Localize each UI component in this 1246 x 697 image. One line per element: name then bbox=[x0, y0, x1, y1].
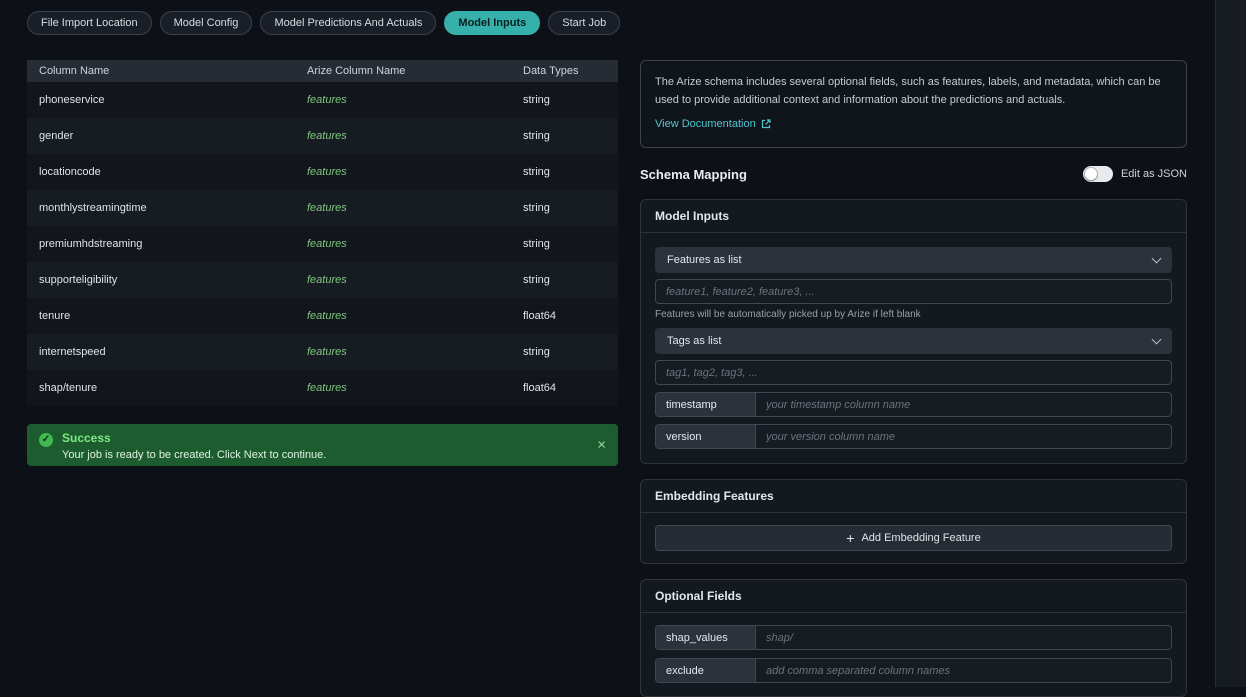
table-row[interactable]: premiumhdstreaming features string bbox=[27, 226, 618, 262]
external-link-icon bbox=[761, 119, 771, 129]
success-banner: ✓ Success Your job is ready to be create… bbox=[27, 424, 618, 466]
embedding-features-panel: Embedding Features + Add Embedding Featu… bbox=[640, 479, 1187, 564]
cell-data-type: string bbox=[523, 202, 550, 214]
tags-mode-selected-value: Tags as list bbox=[667, 335, 722, 347]
tab-model-inputs[interactable]: Model Inputs bbox=[444, 11, 541, 35]
timestamp-row: timestamp bbox=[655, 392, 1172, 417]
table-row[interactable]: locationcode features string bbox=[27, 154, 618, 190]
tags-list-input[interactable] bbox=[655, 360, 1172, 385]
cell-arize-column-name: features bbox=[307, 274, 347, 286]
scrollbar[interactable] bbox=[1215, 0, 1246, 687]
schema-mapping-header-row: Schema Mapping Edit as JSON bbox=[640, 164, 1187, 184]
table-row[interactable]: tenure features float64 bbox=[27, 298, 618, 334]
cell-column-name: internetspeed bbox=[39, 346, 106, 358]
schema-info-box: The Arize schema includes several option… bbox=[640, 60, 1187, 148]
features-mode-select[interactable]: Features as list bbox=[655, 247, 1172, 273]
exclude-label: exclude bbox=[656, 659, 756, 682]
edit-as-json-label: Edit as JSON bbox=[1120, 168, 1187, 180]
wizard-tab-bar: File Import Location Model Config Model … bbox=[27, 11, 621, 35]
features-helper-text: Features will be automatically picked up… bbox=[655, 309, 921, 320]
model-inputs-body: Features as list Features will be automa… bbox=[641, 233, 1186, 463]
shap-values-label: shap_values bbox=[656, 626, 756, 649]
cell-arize-column-name: features bbox=[307, 94, 347, 106]
close-icon[interactable]: × bbox=[597, 438, 606, 453]
table-row[interactable]: shap/tenure features float64 bbox=[27, 370, 618, 406]
cell-column-name: premiumhdstreaming bbox=[39, 238, 143, 250]
table-row[interactable]: gender features string bbox=[27, 118, 618, 154]
edit-as-json-control: Edit as JSON bbox=[1082, 166, 1187, 182]
optional-fields-title: Optional Fields bbox=[641, 580, 1186, 613]
cell-data-type: string bbox=[523, 166, 550, 178]
optional-fields-panel: Optional Fields shap_values exclude bbox=[640, 579, 1187, 697]
cell-arize-column-name: features bbox=[307, 310, 347, 322]
plus-icon: + bbox=[846, 530, 855, 546]
cell-arize-column-name: features bbox=[307, 238, 347, 250]
cell-data-type: string bbox=[523, 238, 550, 250]
cell-data-type: float64 bbox=[523, 382, 557, 394]
tab-model-predictions-and-actuals[interactable]: Model Predictions And Actuals bbox=[260, 11, 437, 35]
success-title: Success bbox=[62, 431, 111, 445]
cell-column-name: gender bbox=[39, 130, 74, 142]
cell-column-name: locationcode bbox=[39, 166, 101, 178]
cell-column-name: phoneservice bbox=[39, 94, 105, 106]
add-embedding-feature-label: Add Embedding Feature bbox=[861, 532, 981, 544]
success-banner-text: Success Your job is ready to be created.… bbox=[62, 431, 326, 461]
view-documentation-link[interactable]: View Documentation bbox=[655, 118, 771, 130]
cell-arize-column-name: features bbox=[307, 382, 347, 394]
cell-arize-column-name: features bbox=[307, 202, 347, 214]
cell-column-name: supporteligibility bbox=[39, 274, 118, 286]
table-header-row: Column Name Arize Column Name Data Types bbox=[27, 60, 618, 82]
cell-arize-column-name: features bbox=[307, 346, 347, 358]
cell-column-name: monthlystreamingtime bbox=[39, 202, 147, 214]
cell-data-type: float64 bbox=[523, 310, 557, 322]
table-row[interactable]: monthlystreamingtime features string bbox=[27, 190, 618, 226]
chevron-down-icon bbox=[1151, 334, 1162, 344]
model-inputs-panel: Model Inputs Features as list Features w… bbox=[640, 199, 1187, 464]
cell-arize-column-name: features bbox=[307, 130, 347, 142]
version-row: version bbox=[655, 424, 1172, 449]
timestamp-label: timestamp bbox=[656, 393, 756, 416]
tags-mode-select[interactable]: Tags as list bbox=[655, 328, 1172, 354]
shap-values-row: shap_values bbox=[655, 625, 1172, 650]
version-input[interactable] bbox=[756, 425, 1171, 448]
version-label: version bbox=[656, 425, 756, 448]
exclude-input[interactable] bbox=[756, 659, 1171, 682]
header-column-name: Column Name bbox=[39, 65, 110, 77]
cell-data-type: string bbox=[523, 346, 550, 358]
schema-info-text: The Arize schema includes several option… bbox=[655, 76, 1161, 106]
tab-model-config[interactable]: Model Config bbox=[159, 11, 253, 35]
optional-fields-body: shap_values exclude bbox=[641, 613, 1186, 696]
table-row[interactable]: phoneservice features string bbox=[27, 82, 618, 118]
features-mode-selected-value: Features as list bbox=[667, 254, 742, 266]
cell-data-type: string bbox=[523, 130, 550, 142]
check-circle-icon: ✓ bbox=[39, 433, 53, 447]
model-inputs-title: Model Inputs bbox=[641, 200, 1186, 233]
success-message: Your job is ready to be created. Click N… bbox=[62, 449, 327, 461]
toggle-knob-icon bbox=[1084, 168, 1097, 180]
schema-mapping-column: The Arize schema includes several option… bbox=[640, 60, 1187, 697]
header-arize-column-name: Arize Column Name bbox=[307, 65, 406, 77]
header-data-types: Data Types bbox=[523, 65, 579, 77]
edit-as-json-toggle[interactable] bbox=[1082, 166, 1113, 182]
view-documentation-label: View Documentation bbox=[655, 118, 756, 131]
cell-arize-column-name: features bbox=[307, 166, 347, 178]
table-row[interactable]: supporteligibility features string bbox=[27, 262, 618, 298]
cell-data-type: string bbox=[523, 274, 550, 286]
exclude-row: exclude bbox=[655, 658, 1172, 683]
chevron-down-icon bbox=[1151, 253, 1162, 263]
column-mapping-table: Column Name Arize Column Name Data Types… bbox=[27, 60, 618, 406]
tab-file-import-location[interactable]: File Import Location bbox=[27, 11, 152, 35]
cell-column-name: shap/tenure bbox=[39, 382, 98, 394]
cell-column-name: tenure bbox=[39, 310, 71, 322]
schema-mapping-title: Schema Mapping bbox=[640, 166, 747, 182]
add-embedding-feature-button[interactable]: + Add Embedding Feature bbox=[655, 525, 1172, 551]
tab-start-job[interactable]: Start Job bbox=[548, 11, 621, 35]
table-row[interactable]: internetspeed features string bbox=[27, 334, 618, 370]
embedding-features-title: Embedding Features bbox=[641, 480, 1186, 513]
cell-data-type: string bbox=[523, 94, 550, 106]
features-list-input[interactable] bbox=[655, 279, 1172, 304]
embedding-features-body: + Add Embedding Feature bbox=[641, 513, 1186, 563]
shap-values-input[interactable] bbox=[756, 626, 1171, 649]
timestamp-input[interactable] bbox=[756, 393, 1171, 416]
